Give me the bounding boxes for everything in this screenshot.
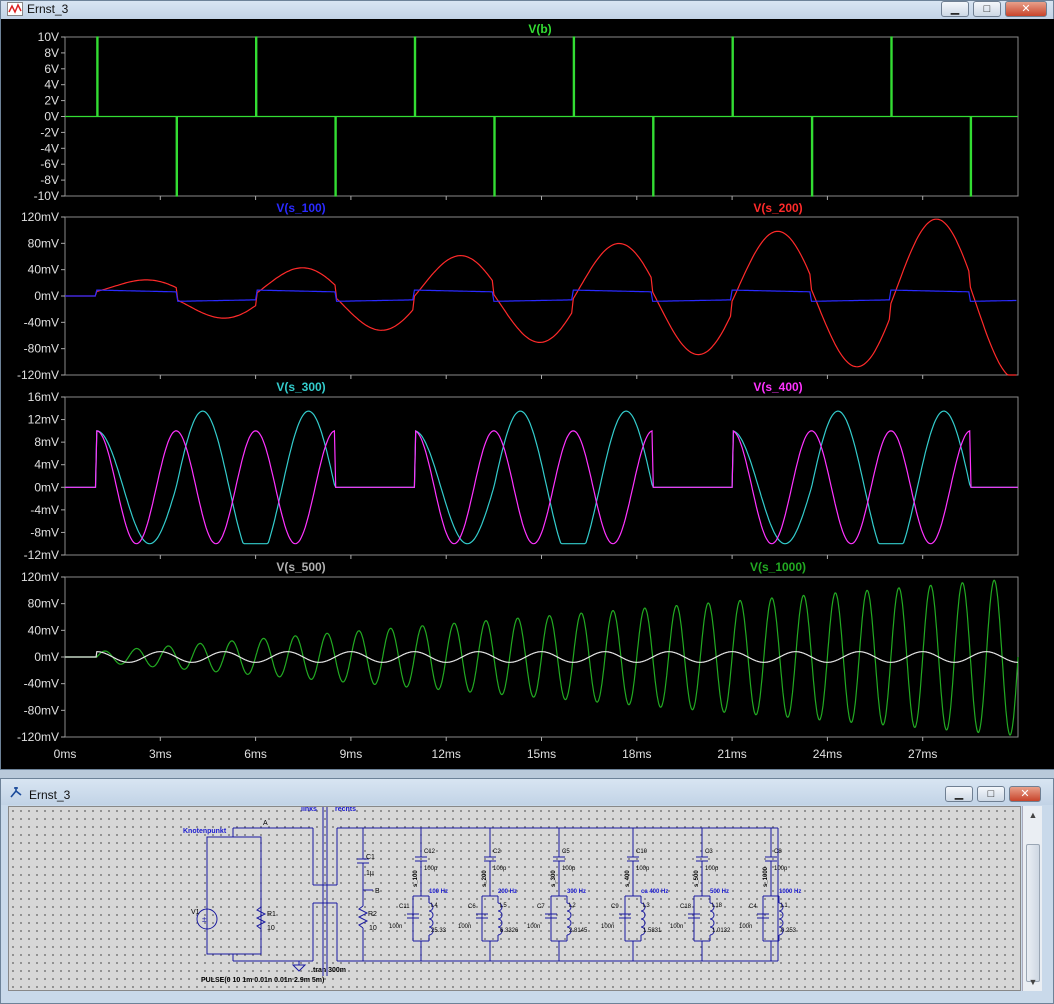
source-loop — [206, 827, 313, 962]
svg-text:300 Hz: 300 Hz — [567, 889, 586, 895]
svg-text:C2: C2 — [493, 849, 501, 855]
svg-text:C3: C3 — [705, 849, 713, 855]
svg-text:6.3326: 6.3326 — [500, 928, 519, 934]
schematic-drawing[interactable]: ± Knotenpunkt A V1 R1 10 PULSE(0 10 1m 0… — [9, 806, 1022, 992]
svg-text:s_400: s_400 — [625, 870, 631, 887]
svg-text:100n: 100n — [527, 924, 540, 930]
filter-s_500[interactable]: C3 100p s_500 500 Hz C18 100n L18 1.0132 — [670, 828, 731, 961]
svg-text:C6: C6 — [468, 904, 476, 910]
schematic-titlebar[interactable]: Ernst_3 ▁ □ ✕ — [1, 779, 1053, 805]
svg-text:100p: 100p — [705, 866, 719, 872]
svg-text:C18: C18 — [680, 904, 692, 910]
label-c1: C1 — [366, 854, 375, 861]
svg-text:L2: L2 — [569, 903, 576, 909]
filter-s_100[interactable]: C12 100p s_100 100 Hz C11 100n L4 25.33 — [389, 828, 448, 961]
label-rechts: rechts — [335, 807, 356, 813]
svg-text:100p: 100p — [636, 866, 650, 872]
svg-text:C9: C9 — [611, 904, 619, 910]
scrollbar-thumb[interactable] — [1026, 844, 1040, 982]
label-c1-val: 1µ — [366, 870, 374, 877]
svg-text:C10: C10 — [636, 849, 648, 855]
svg-text:2.8145: 2.8145 — [569, 928, 588, 934]
vertical-scrollbar[interactable]: ▲ ▼ — [1022, 806, 1042, 991]
svg-text:s_300: s_300 — [551, 870, 557, 887]
svg-text:100n: 100n — [389, 924, 402, 930]
filter-s_1000[interactable]: C8 100p s_1000 1000 Hz C4 100n L1 0.253 — [739, 828, 801, 961]
svg-text:500 Hz: 500 Hz — [710, 889, 729, 895]
svg-text:100 Hz: 100 Hz — [429, 889, 448, 895]
svg-text:s_100: s_100 — [413, 870, 419, 887]
schematic-minimize-button[interactable]: ▁ — [945, 786, 973, 802]
svg-text:s_1000: s_1000 — [763, 866, 769, 887]
scroll-up-arrow-icon[interactable]: ▲ — [1026, 808, 1040, 822]
svg-text:1.5831: 1.5831 — [643, 928, 662, 934]
svg-text:C12: C12 — [424, 849, 436, 855]
svg-text:L4: L4 — [431, 903, 438, 909]
svg-text:L18: L18 — [712, 903, 723, 909]
label-links: links — [301, 807, 317, 813]
svg-text:C11: C11 — [399, 904, 410, 910]
schematic-close-button[interactable]: ✕ — [1009, 786, 1041, 802]
svg-text:C5: C5 — [562, 849, 570, 855]
label-r2: R2 — [368, 911, 377, 918]
svg-text:1.0132: 1.0132 — [712, 928, 731, 934]
svg-text:200 Hz: 200 Hz — [498, 889, 517, 895]
schematic-app-icon — [10, 787, 22, 798]
ground-icon — [291, 961, 307, 972]
label-v1: V1 — [191, 909, 200, 916]
label-r2-val: 10 — [369, 925, 377, 932]
c1-r2-branch — [357, 828, 373, 961]
svg-text:L1: L1 — [781, 903, 788, 909]
v1-symbol: ± — [202, 915, 207, 924]
scroll-down-arrow-icon[interactable]: ▼ — [1026, 975, 1040, 989]
schematic-maximize-button[interactable]: □ — [977, 786, 1005, 802]
schematic-window-layer: Ernst_3 ▁ □ ✕ ± Knotenpunkt A V1 R1 10 P… — [0, 0, 1054, 1004]
label-pulse: PULSE(0 10 1m 0.01n 0.01n 2.9m 5m) — [201, 977, 324, 984]
label-tran: .tran 300m — [311, 967, 346, 974]
svg-text:100p: 100p — [774, 866, 788, 872]
svg-text:L5: L5 — [500, 903, 507, 909]
svg-text:100n: 100n — [601, 924, 614, 930]
filter-s_400[interactable]: C10 100p s_400ca 400 Hz C9 100n L3 1.5831 — [601, 828, 668, 961]
svg-text:100p: 100p — [424, 866, 438, 872]
svg-text:100p: 100p — [562, 866, 576, 872]
svg-text:100n: 100n — [739, 924, 752, 930]
svg-text:100n: 100n — [670, 924, 683, 930]
svg-text:s_200: s_200 — [482, 870, 488, 887]
filter-s_300[interactable]: C5 100p s_300 300 Hz C7 100n L2 2.8145 — [527, 828, 588, 961]
svg-text:C8: C8 — [774, 849, 782, 855]
filter-s_200[interactable]: C2 100p s_200 200 Hz C6 100n L5 6.3326 — [458, 828, 519, 961]
svg-text:1000 Hz: 1000 Hz — [779, 889, 801, 895]
svg-text:s_500: s_500 — [694, 870, 700, 887]
schematic-window-title: Ernst_3 — [29, 788, 71, 802]
label-b: B — [375, 888, 380, 895]
svg-text:C4: C4 — [749, 904, 757, 910]
svg-text:C7: C7 — [537, 904, 545, 910]
svg-text:100n: 100n — [458, 924, 471, 930]
label-r1-val: 10 — [267, 925, 275, 932]
svg-text:25.33: 25.33 — [431, 928, 447, 934]
transformer[interactable] — [312, 807, 338, 976]
schematic-canvas[interactable]: ± Knotenpunkt A V1 R1 10 PULSE(0 10 1m 0… — [8, 806, 1021, 991]
svg-text:ca 400 Hz: ca 400 Hz — [641, 889, 668, 895]
svg-text:0.253: 0.253 — [781, 928, 797, 934]
svg-text:L3: L3 — [643, 903, 650, 909]
label-r1: R1 — [267, 911, 276, 918]
label-knotenpunkt: Knotenpunkt — [183, 828, 227, 835]
svg-text:100p: 100p — [493, 866, 507, 872]
label-a: A — [263, 820, 268, 827]
